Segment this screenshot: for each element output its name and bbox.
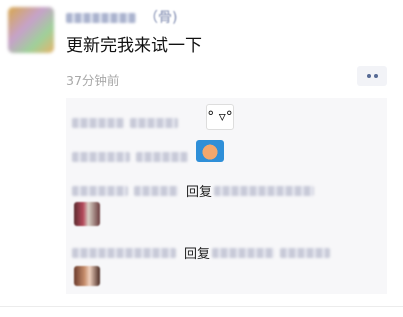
more-dots-icon: [366, 74, 371, 78]
reply-label: 回复: [186, 185, 213, 200]
commenter-name-redacted: [72, 151, 130, 162]
comment-text-redacted: [130, 117, 178, 128]
comment-row[interactable]: 回复: [72, 180, 320, 200]
commenter-name-redacted: [72, 117, 124, 128]
image-thumbnail[interactable]: [74, 202, 100, 226]
reply-label: 回复: [184, 247, 211, 262]
comment-row[interactable]: 回复: [72, 242, 336, 262]
more-dots-icon: [373, 74, 378, 78]
author-name[interactable]: （骨): [66, 9, 194, 26]
face-sticker-icon: ° ▿°: [207, 109, 233, 125]
more-button[interactable]: [357, 66, 387, 86]
avatar[interactable]: [8, 7, 54, 53]
sticker-face[interactable]: ° ▿°: [206, 104, 234, 130]
comment-text-redacted: [136, 151, 188, 162]
post-text: 更新完我来试一下: [66, 36, 202, 56]
author-name-redacted: [66, 12, 136, 23]
comment-text-redacted: [280, 247, 331, 258]
reply-target-redacted: [212, 247, 275, 258]
comment-row[interactable]: [72, 112, 184, 131]
divider: [0, 306, 403, 307]
image-thumbnail[interactable]: [74, 266, 100, 286]
commenter-name-redacted: [72, 185, 128, 196]
commenter-name-redacted: [72, 247, 176, 258]
comment-section: ° ▿° 回复 回复: [66, 98, 387, 294]
comment-text-redacted: [134, 185, 178, 196]
comment-row[interactable]: [72, 146, 194, 165]
reply-target-redacted: [214, 185, 315, 196]
post-time: 37分钟前: [66, 73, 120, 88]
author-name-suffix: （骨): [144, 10, 178, 26]
doraemon-sticker[interactable]: [196, 140, 224, 162]
